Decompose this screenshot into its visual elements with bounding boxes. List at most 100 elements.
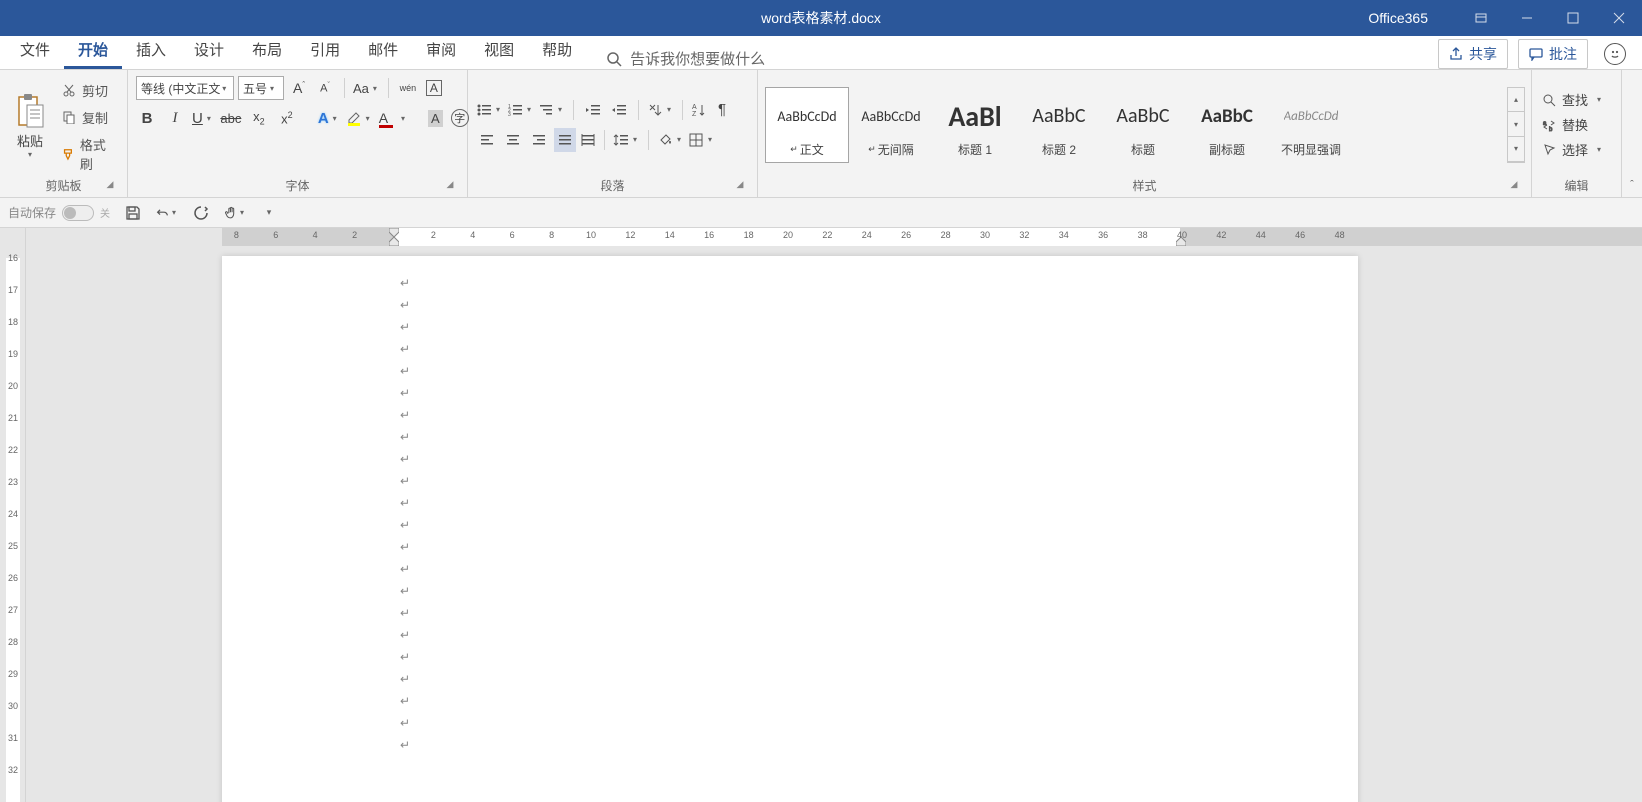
align-right-icon (531, 132, 547, 148)
clipboard-group-label: 剪贴板 (45, 177, 81, 194)
customize-qat-button[interactable]: ▾ (258, 202, 280, 224)
paragraph-mark: ↵ (400, 316, 1358, 338)
tab-邮件[interactable]: 邮件 (354, 33, 412, 69)
font-color-button[interactable]: A▾ (379, 110, 408, 126)
copy-button[interactable]: 复制 (58, 106, 117, 129)
borders-icon (688, 132, 704, 148)
sort-button[interactable]: AZ (691, 102, 707, 118)
feedback-button[interactable] (1604, 43, 1626, 65)
style-标题 2[interactable]: AaBbC标题 2 (1017, 87, 1101, 163)
change-case-button[interactable]: Aa▾ (353, 81, 380, 96)
numbering-button[interactable]: 123▾ (507, 102, 534, 118)
tab-文件[interactable]: 文件 (6, 33, 64, 69)
style-副标题[interactable]: AaBbC副标题 (1185, 87, 1269, 163)
ribbon-display-options-button[interactable] (1458, 0, 1504, 36)
tab-开始[interactable]: 开始 (64, 33, 122, 69)
line-spacing-icon (613, 132, 629, 148)
multilevel-list-button[interactable]: ▾ (538, 102, 565, 118)
tab-布局[interactable]: 布局 (238, 33, 296, 69)
styles-launcher[interactable]: ◢ (1507, 179, 1521, 193)
style-不明显强调[interactable]: AaBbCcDd不明显强调 (1269, 87, 1353, 163)
paragraph-mark: ↵ (400, 294, 1358, 316)
bullets-icon (476, 102, 492, 118)
select-button[interactable]: 选择▾ (1542, 140, 1604, 159)
redo-button[interactable] (190, 202, 212, 224)
bullets-button[interactable]: ▾ (476, 102, 503, 118)
tab-审阅[interactable]: 审阅 (412, 33, 470, 69)
decrease-indent-button[interactable] (582, 98, 604, 122)
minimize-button[interactable] (1504, 0, 1550, 36)
tab-插入[interactable]: 插入 (122, 33, 180, 69)
align-left-button[interactable] (476, 128, 498, 152)
comment-button[interactable]: 批注 (1518, 39, 1588, 69)
tab-设计[interactable]: 设计 (180, 33, 238, 69)
align-right-button[interactable] (528, 128, 550, 152)
touch-mode-button[interactable]: ▾ (224, 202, 246, 224)
paste-button[interactable] (12, 91, 48, 133)
italic-button[interactable]: I (164, 106, 186, 130)
subscript-button[interactable]: x2 (248, 106, 270, 130)
phonetic-guide-button[interactable]: wén (397, 76, 419, 100)
search-icon (606, 51, 622, 67)
brush-icon (62, 147, 74, 161)
tell-me-search[interactable]: 告诉我你想要做什么 (606, 48, 765, 69)
font-launcher[interactable]: ◢ (443, 179, 457, 193)
autosave-toggle[interactable]: 自动保存 关 (8, 204, 110, 221)
line-spacing-button[interactable]: ▾ (613, 132, 640, 148)
shrink-font-button[interactable]: Aˇ (314, 76, 336, 100)
multilevel-icon (538, 102, 554, 118)
grow-font-button[interactable]: Aˆ (288, 76, 310, 100)
paste-dropdown[interactable]: ▾ (25, 150, 35, 159)
paragraph-launcher[interactable]: ◢ (733, 179, 747, 193)
clipboard-group: 粘贴 ▾ 剪切 复制 格式刷 剪贴板 ◢ (0, 70, 128, 197)
char-shading-button[interactable]: A (428, 110, 443, 127)
font-size-combo[interactable]: 五号▾ (238, 76, 284, 100)
cut-button[interactable]: 剪切 (58, 79, 117, 102)
tab-帮助[interactable]: 帮助 (528, 33, 586, 69)
style-无间隔[interactable]: AaBbCcDd↵无间隔 (849, 87, 933, 163)
style-标题 1[interactable]: AaBl标题 1 (933, 87, 1017, 163)
asian-layout-button[interactable]: ▾ (647, 102, 674, 118)
collapse-ribbon-button[interactable]: ˆ (1622, 70, 1642, 197)
highlight-button[interactable]: ▾ (346, 110, 373, 126)
share-button[interactable]: 共享 (1438, 39, 1508, 69)
bold-button[interactable]: B (136, 106, 158, 130)
borders-button[interactable]: ▾ (688, 132, 715, 148)
vertical-ruler[interactable]: 1617181920212223242526272829303132 (0, 228, 26, 802)
format-painter-button[interactable]: 格式刷 (58, 133, 117, 175)
paste-label[interactable]: 粘贴 (17, 131, 43, 150)
highlighter-icon (346, 110, 362, 126)
character-border-button[interactable]: A (423, 76, 445, 100)
save-button[interactable] (122, 202, 144, 224)
tab-引用[interactable]: 引用 (296, 33, 354, 69)
clipboard-launcher[interactable]: ◢ (103, 179, 117, 193)
paragraph-mark: ↵ (400, 536, 1358, 558)
copy-icon (62, 110, 76, 124)
distributed-button[interactable] (580, 132, 596, 148)
justify-button[interactable] (554, 128, 576, 152)
align-center-button[interactable] (502, 128, 524, 152)
maximize-button[interactable] (1550, 0, 1596, 36)
text-effects-button[interactable]: A▾ (318, 110, 340, 127)
increase-indent-button[interactable] (608, 98, 630, 122)
close-button[interactable] (1596, 0, 1642, 36)
styles-group-label: 样式 (1132, 177, 1156, 194)
distributed-icon (580, 132, 596, 148)
find-button[interactable]: 查找▾ (1542, 90, 1604, 109)
style-标题[interactable]: AaBbC标题 (1101, 87, 1185, 163)
styles-gallery-scroll[interactable]: ▴▾▾ (1507, 87, 1525, 163)
superscript-button[interactable]: x2 (276, 106, 298, 130)
clipboard-icon (15, 93, 45, 131)
shading-button[interactable]: ▾ (657, 132, 684, 148)
underline-button[interactable]: U▾ (192, 110, 214, 127)
undo-button[interactable]: ▾ (156, 202, 178, 224)
horizontal-ruler[interactable]: 8642246810121416182022242628303234363840… (222, 228, 1642, 246)
tab-视图[interactable]: 视图 (470, 33, 528, 69)
strikethrough-button[interactable]: abc (220, 106, 242, 130)
show-marks-button[interactable]: ¶ (711, 98, 733, 122)
font-name-combo[interactable]: 等线 (中文正文)▾ (136, 76, 234, 100)
document-page[interactable]: ↵↵↵↵↵↵↵↵↵↵↵↵↵↵↵↵↵↵↵↵↵↵ (222, 256, 1358, 802)
hanging-indent-marker[interactable] (389, 237, 399, 246)
replace-button[interactable]: ab替换 (1542, 115, 1604, 134)
style-正文[interactable]: AaBbCcDd↵正文 (765, 87, 849, 163)
